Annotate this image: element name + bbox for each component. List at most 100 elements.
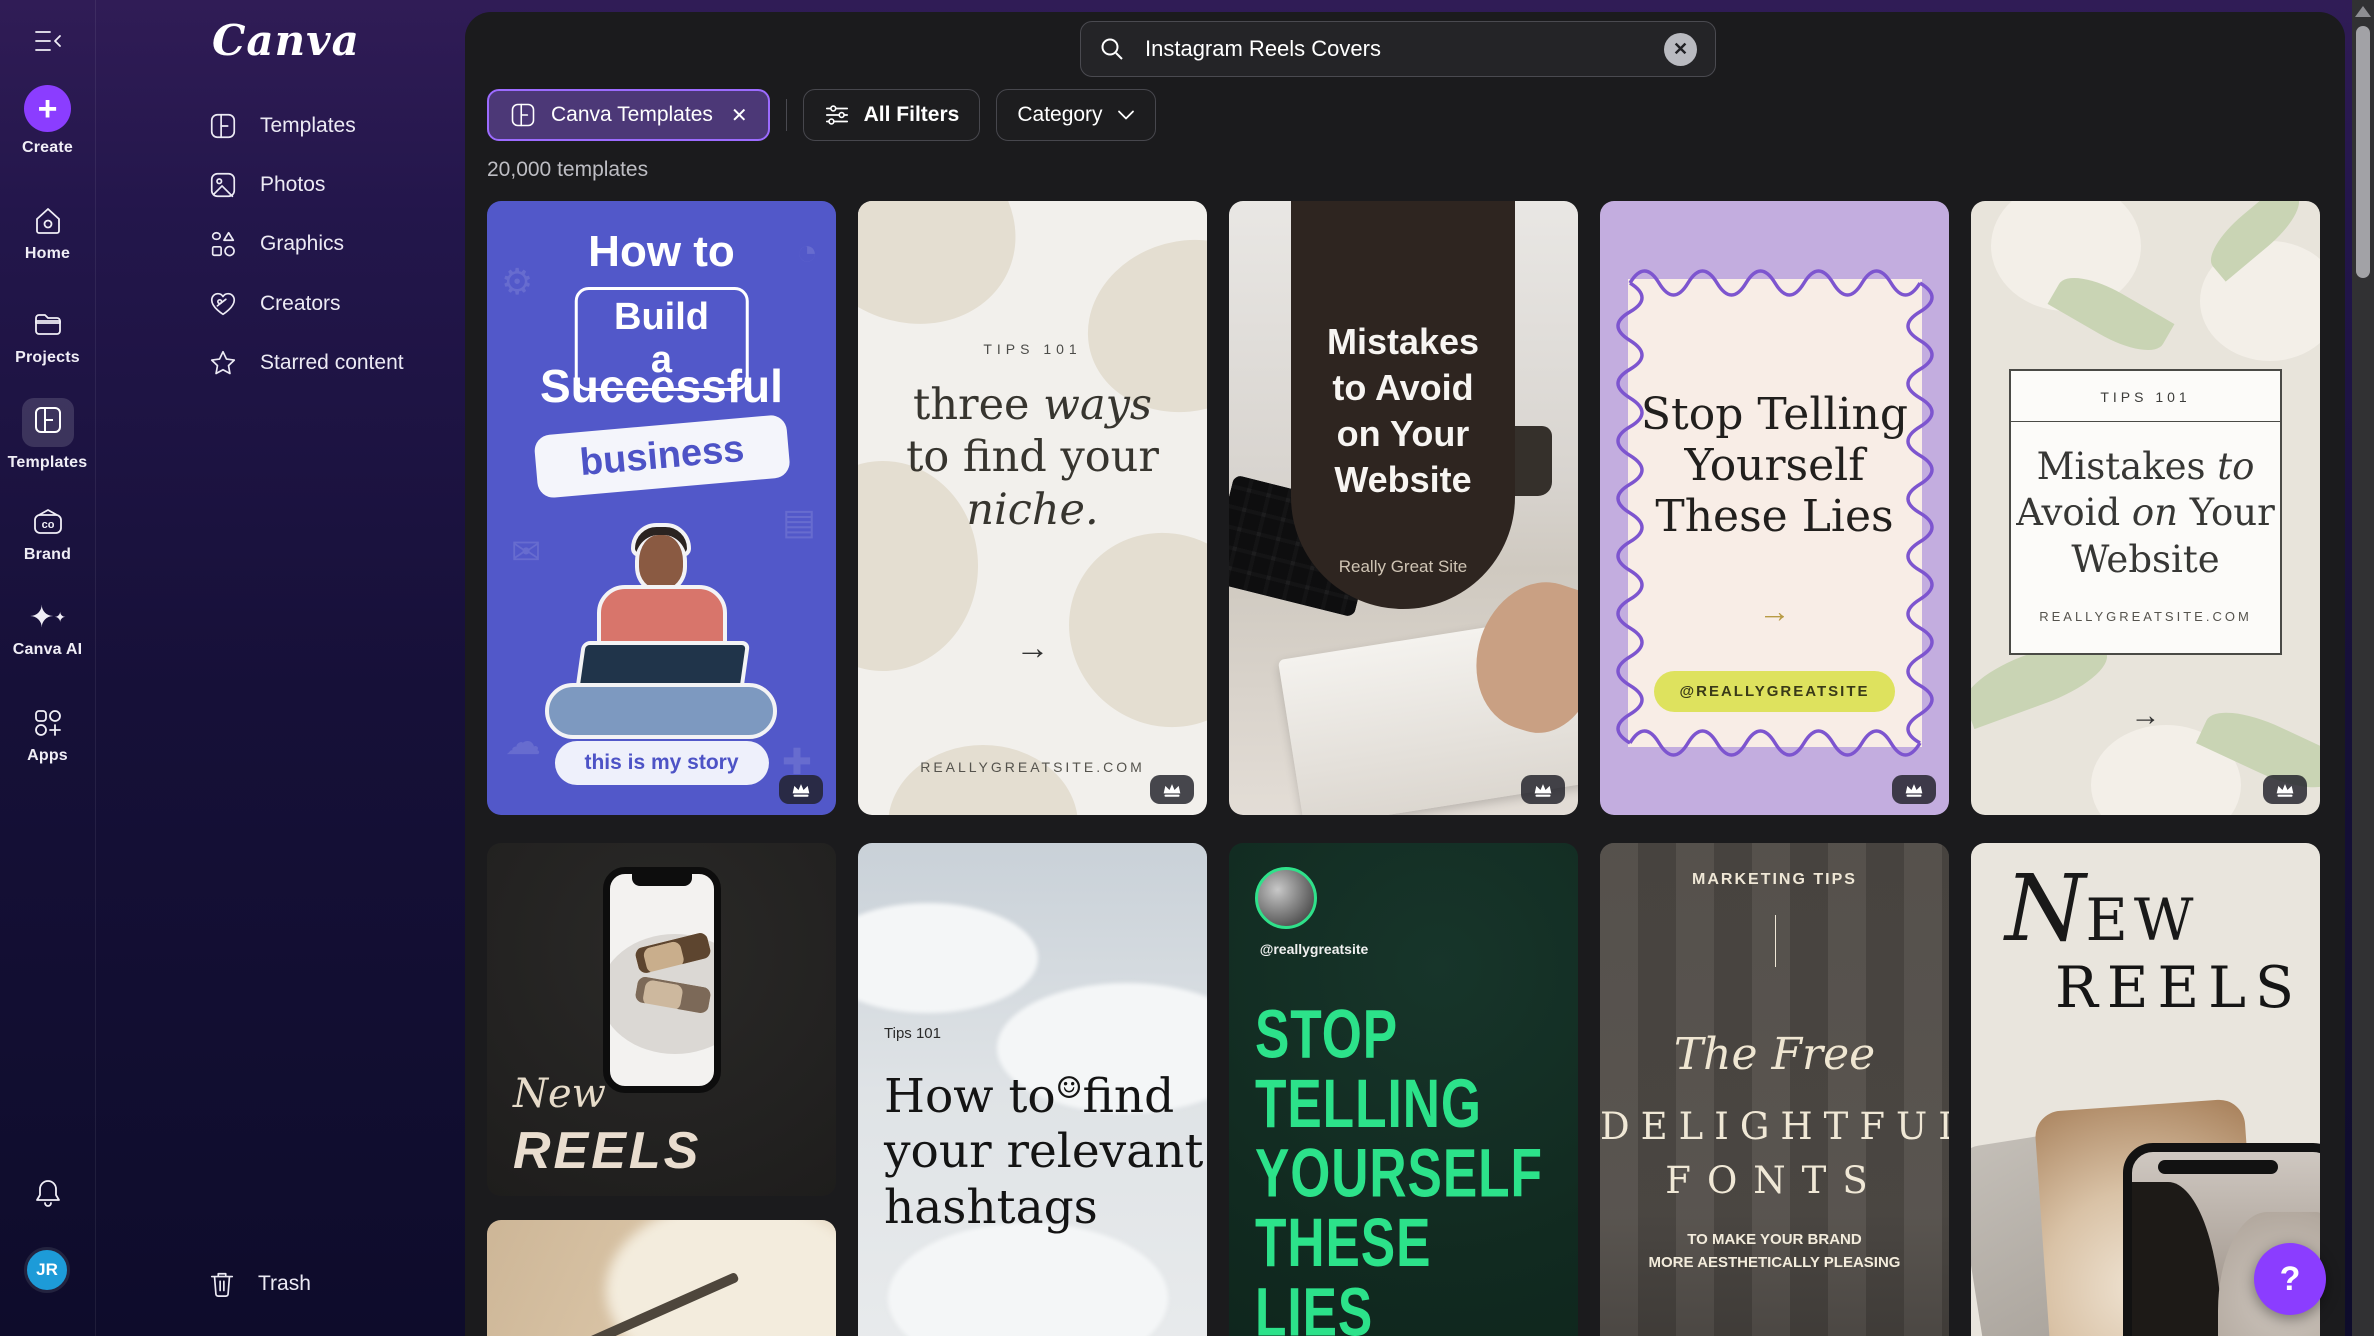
person-with-laptop-cutout [537, 523, 787, 743]
sidebar-item-label: Photos [260, 173, 325, 197]
arrow-icon: → [1600, 593, 1949, 630]
template-card-mistakes-avoid-photo[interactable]: Mistakesto Avoidon YourWebsite Really Gr… [1229, 201, 1578, 815]
template-card-stop-telling-green[interactable]: @reallygreatsite STOPTELLINGYOURSELFTHES… [1229, 843, 1578, 1336]
crown-icon [1904, 782, 1924, 798]
arrow-icon: → [1971, 699, 2320, 733]
card-eyebrow: TIPS 101 [2011, 389, 2280, 405]
card-title: DELIGHTFUL [1600, 1105, 1949, 1148]
graphics-icon [208, 229, 238, 259]
template-card-pampas-partial[interactable] [487, 1220, 836, 1336]
all-filters-button[interactable]: All Filters [803, 89, 981, 141]
card-title-script: New [513, 1071, 606, 1117]
photos-icon [208, 170, 238, 200]
canva-logo[interactable]: Canva [212, 16, 360, 65]
templates-icon [22, 398, 74, 447]
remove-filter-icon[interactable]: ✕ [731, 103, 748, 128]
search-icon [1099, 36, 1125, 62]
canva-app: + Create Home Projects Templates co [0, 0, 2374, 1336]
template-card-mistakes-avoid-floral[interactable]: TIPS 101 Mistakes toAvoid on YourWebsite… [1971, 201, 2320, 815]
chip-label: Canva Templates [551, 103, 713, 127]
search-value: Instagram Reels Covers [1145, 36, 1644, 62]
help-button[interactable]: ? [2254, 1243, 2326, 1315]
card-title: Stop TellingYourselfThese Lies [1600, 389, 1949, 542]
template-card-delightful-fonts[interactable]: MARKETING TIPS The Free DELIGHTFUL FONTS… [1600, 843, 1949, 1336]
crown-icon [1162, 782, 1182, 798]
card-title-line: Successful [487, 359, 836, 413]
arch-overlay: Mistakesto Avoidon YourWebsite Really Gr… [1291, 201, 1515, 609]
sidebar-item-graphics[interactable]: Graphics [208, 222, 344, 266]
chip-label: Category [1017, 103, 1102, 127]
notifications-button[interactable] [0, 1176, 95, 1210]
card-title-line: business [533, 414, 790, 499]
clear-search-button[interactable]: ✕ [1664, 33, 1697, 66]
divider [1775, 915, 1777, 967]
sidebar-item-photos[interactable]: Photos [208, 163, 325, 207]
template-card-three-ways-niche[interactable]: TIPS 101 three waysto find yourniche. → … [858, 201, 1207, 815]
rail-item-apps[interactable]: Apps [0, 706, 95, 765]
apps-grid-icon [31, 706, 65, 740]
template-card-new-reels-dark[interactable]: New REELS [487, 843, 836, 1196]
home-icon [31, 204, 65, 238]
sidebar-item-label: Graphics [260, 232, 344, 256]
petal-shape [858, 201, 1048, 359]
sidebar-item-label: Templates [260, 114, 356, 138]
petal-shape [888, 745, 1078, 815]
category-dropdown[interactable]: Category [996, 89, 1155, 141]
crown-icon [2275, 782, 2295, 798]
sidebar-item-creators[interactable]: Creators [208, 282, 341, 326]
rail-item-label: Templates [8, 454, 88, 472]
card-title-script: NEW [2005, 863, 2199, 955]
collapse-sidebar-button[interactable] [0, 24, 95, 58]
rail-item-templates[interactable]: Templates [0, 398, 95, 472]
brand-kit-icon: co [31, 505, 65, 539]
scroll-up-arrow-icon[interactable] [2355, 6, 2371, 17]
pro-badge [1892, 775, 1936, 804]
card-eyebrow: MARKETING TIPS [1600, 871, 1949, 889]
card-title-line: How to [487, 227, 836, 277]
filter-divider [786, 99, 787, 131]
card-handle-pill: @REALLYGREATSITE [1654, 671, 1896, 712]
template-card-stop-telling-lies-stamp[interactable]: Stop TellingYourselfThese Lies → @REALLY… [1600, 201, 1949, 815]
rail-item-label: Create [22, 139, 73, 157]
sidebar-item-starred-content[interactable]: Starred content [208, 341, 404, 385]
rail-item-projects[interactable]: Projects [0, 308, 95, 367]
filter-bar: Canva Templates ✕ All Filters Category [487, 89, 1156, 141]
template-card-hashtags-sky[interactable]: Tips 101 How to☺findyour relevanthashtag… [858, 843, 1207, 1336]
user-avatar[interactable]: JR [24, 1247, 70, 1293]
pro-badge [779, 775, 823, 804]
create-plus-icon: + [24, 85, 71, 132]
card-title: STOPTELLINGYOURSELFTHESE LIES [1255, 999, 1552, 1336]
svg-text:co: co [41, 519, 54, 531]
rail-item-label: Projects [15, 349, 80, 367]
scrollbar-track[interactable] [2352, 0, 2374, 1336]
card-title: REELS [513, 1121, 701, 1181]
chip-canva-templates[interactable]: Canva Templates ✕ [487, 89, 770, 141]
search-input[interactable]: Instagram Reels Covers ✕ [1080, 21, 1716, 77]
arrow-icon: → [858, 629, 1207, 668]
sidebar-item-templates[interactable]: Templates [208, 104, 356, 148]
rail-item-canva-ai[interactable]: ✦✦ Canva AI [0, 600, 95, 659]
model-hair-photo [2132, 1182, 2222, 1336]
rail-item-create[interactable]: + Create [0, 85, 95, 157]
sidebar-panel: Canva Templates Photos Graphics Creators… [95, 0, 455, 1336]
sidebar-item-label: Starred content [260, 351, 404, 375]
rail-item-home[interactable]: Home [0, 204, 95, 263]
sliders-icon [824, 102, 850, 128]
card-caption-pill: this is my story [554, 741, 768, 785]
scrollbar-thumb[interactable] [2356, 26, 2370, 278]
template-card-how-to-build-business[interactable]: ⚙ ◔ ✉ ▤ ☁ ✚ How to Build a Successful bu… [487, 201, 836, 815]
bell-icon [31, 1176, 65, 1210]
rail-item-label: Canva AI [13, 641, 82, 659]
card-text-box: TIPS 101 Mistakes toAvoid on YourWebsite… [2009, 369, 2282, 655]
card-eyebrow: TIPS 101 [858, 341, 1207, 357]
creators-heart-icon [208, 289, 238, 319]
pro-badge [2263, 775, 2307, 804]
main-content: Instagram Reels Covers ✕ Canva Templates… [465, 12, 2345, 1336]
card-brand: Really Great Site [1291, 557, 1515, 577]
trash-icon [208, 1269, 236, 1299]
rail-item-brand[interactable]: co Brand [0, 505, 95, 564]
card-title-script: The Free [1600, 1029, 1949, 1080]
sidebar-item-trash[interactable]: Trash [208, 1262, 311, 1306]
phone-mockup [603, 867, 721, 1093]
rail-item-label: Apps [27, 747, 68, 765]
